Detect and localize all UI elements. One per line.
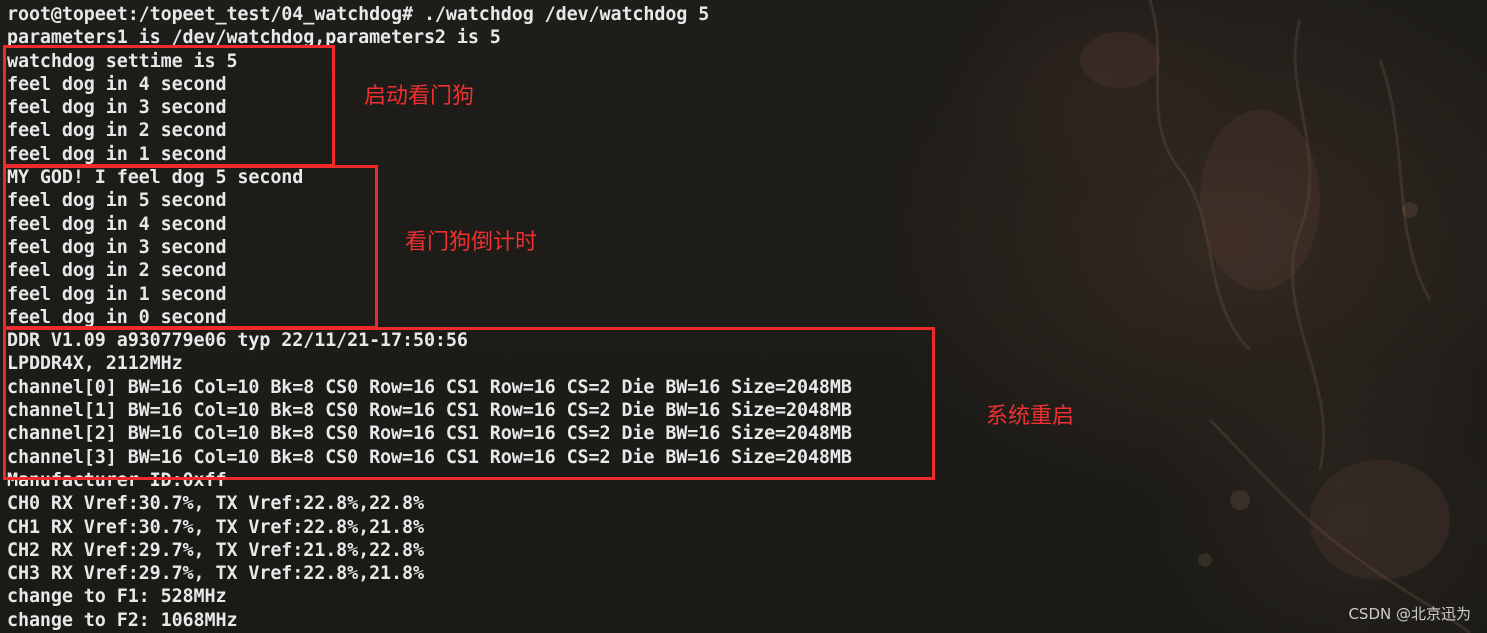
terminal-line: change to F1: 528MHz [7,586,227,608]
background-artwork [1080,0,1471,633]
annotation-label-start-watchdog: 启动看门狗 [364,84,475,109]
terminal-line: CH0 RX Vref:30.7%, TX Vref:22.8%,22.8% [7,493,424,515]
terminal-line: CH1 RX Vref:30.7%, TX Vref:22.8%,21.8% [7,516,424,538]
terminal-line: CH3 RX Vref:29.7%, TX Vref:22.8%,21.8% [7,563,424,585]
annotation-label-watchdog-countdown: 看门狗倒计时 [405,230,538,255]
terminal-line: CH2 RX Vref:29.7%, TX Vref:21.8%,22.8% [7,539,424,561]
terminal-window[interactable]: root@topeet:/topeet_test/04_watchdog# ./… [0,0,1487,633]
annotation-box-start-watchdog [3,45,335,167]
terminal-line: change to F2: 1068MHz [7,609,238,631]
csdn-watermark: CSDN @北京迅为 [1348,605,1471,623]
terminal-line-command: root@topeet:/topeet_test/04_watchdog# ./… [7,4,710,25]
annotation-label-system-reboot: 系统重启 [986,404,1075,429]
annotation-box-watchdog-countdown [3,165,378,329]
annotation-box-system-reboot [3,327,935,480]
